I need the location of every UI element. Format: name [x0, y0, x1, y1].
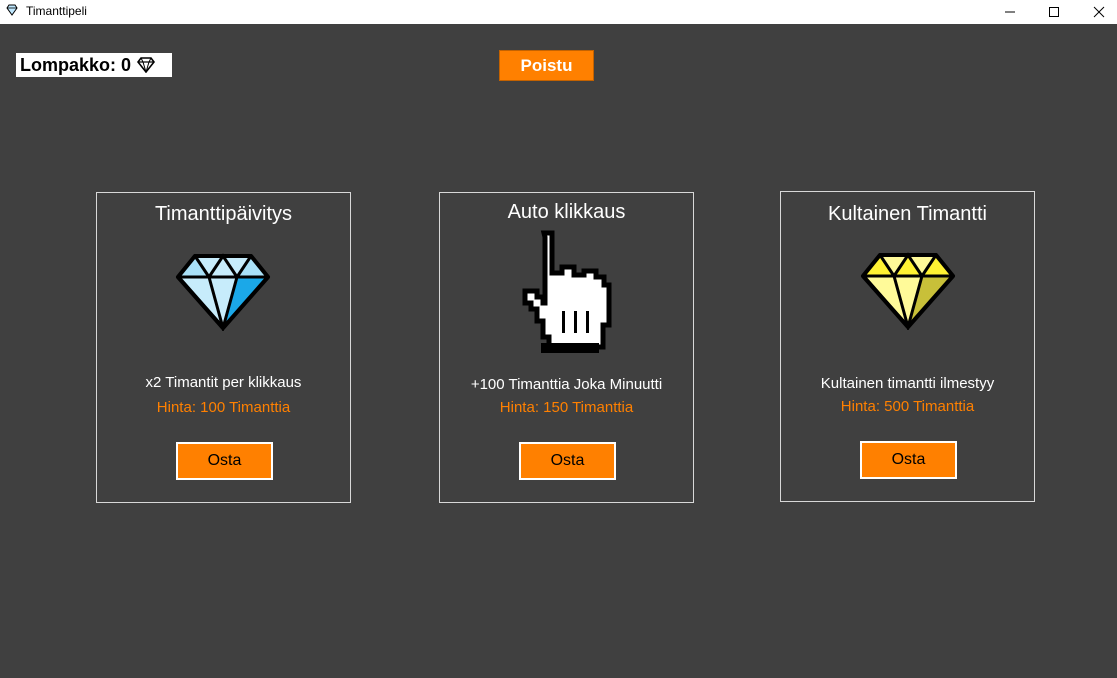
shop-card-auto-click: Auto klikkaus +100 Timanttia Joka Minuut… — [439, 192, 694, 503]
wallet-label: Lompakko: 0 — [20, 54, 132, 75]
card-title: Kultainen Timantti — [828, 203, 987, 225]
card-description: Kultainen timantti ilmestyy — [820, 375, 995, 392]
card-title: Auto klikkaus — [507, 201, 626, 223]
minimize-button[interactable] — [987, 0, 1033, 24]
exit-button[interactable]: Poistu — [499, 50, 594, 81]
window-title: Timanttipeli — [26, 4, 87, 18]
title-bar: Timanttipeli — [0, 0, 1117, 24]
minimize-icon — [1005, 11, 1015, 13]
gold-diamond-icon — [861, 252, 955, 330]
diamond-icon — [6, 4, 18, 16]
shop-card-gold-diamond: Kultainen Timantti Kultainen timantti il… — [780, 191, 1035, 502]
wallet-display: Lompakko: 0 — [16, 53, 172, 77]
card-description: x2 Timantit per klikkaus — [145, 374, 302, 391]
maximize-button[interactable] — [1031, 0, 1077, 24]
buy-button[interactable]: Osta — [860, 441, 957, 479]
close-icon — [1093, 6, 1105, 18]
card-price: Hinta: 100 Timanttia — [156, 399, 291, 416]
maximize-icon — [1049, 7, 1059, 17]
card-price: Hinta: 150 Timanttia — [499, 399, 634, 416]
card-title: Timanttipäivitys — [154, 203, 293, 225]
card-price: Hinta: 500 Timanttia — [840, 398, 975, 415]
card-description: +100 Timanttia Joka Minuutti — [470, 376, 663, 393]
buy-button[interactable]: Osta — [176, 442, 273, 480]
diamond-icon — [137, 57, 156, 73]
close-button[interactable] — [1076, 0, 1117, 24]
shop-card-diamond-upgrade: Timanttipäivitys x2 Timantit per klikkau… — [96, 192, 351, 503]
blue-diamond-icon — [176, 253, 270, 331]
pointer-hand-icon — [522, 230, 612, 353]
buy-button[interactable]: Osta — [519, 442, 616, 480]
